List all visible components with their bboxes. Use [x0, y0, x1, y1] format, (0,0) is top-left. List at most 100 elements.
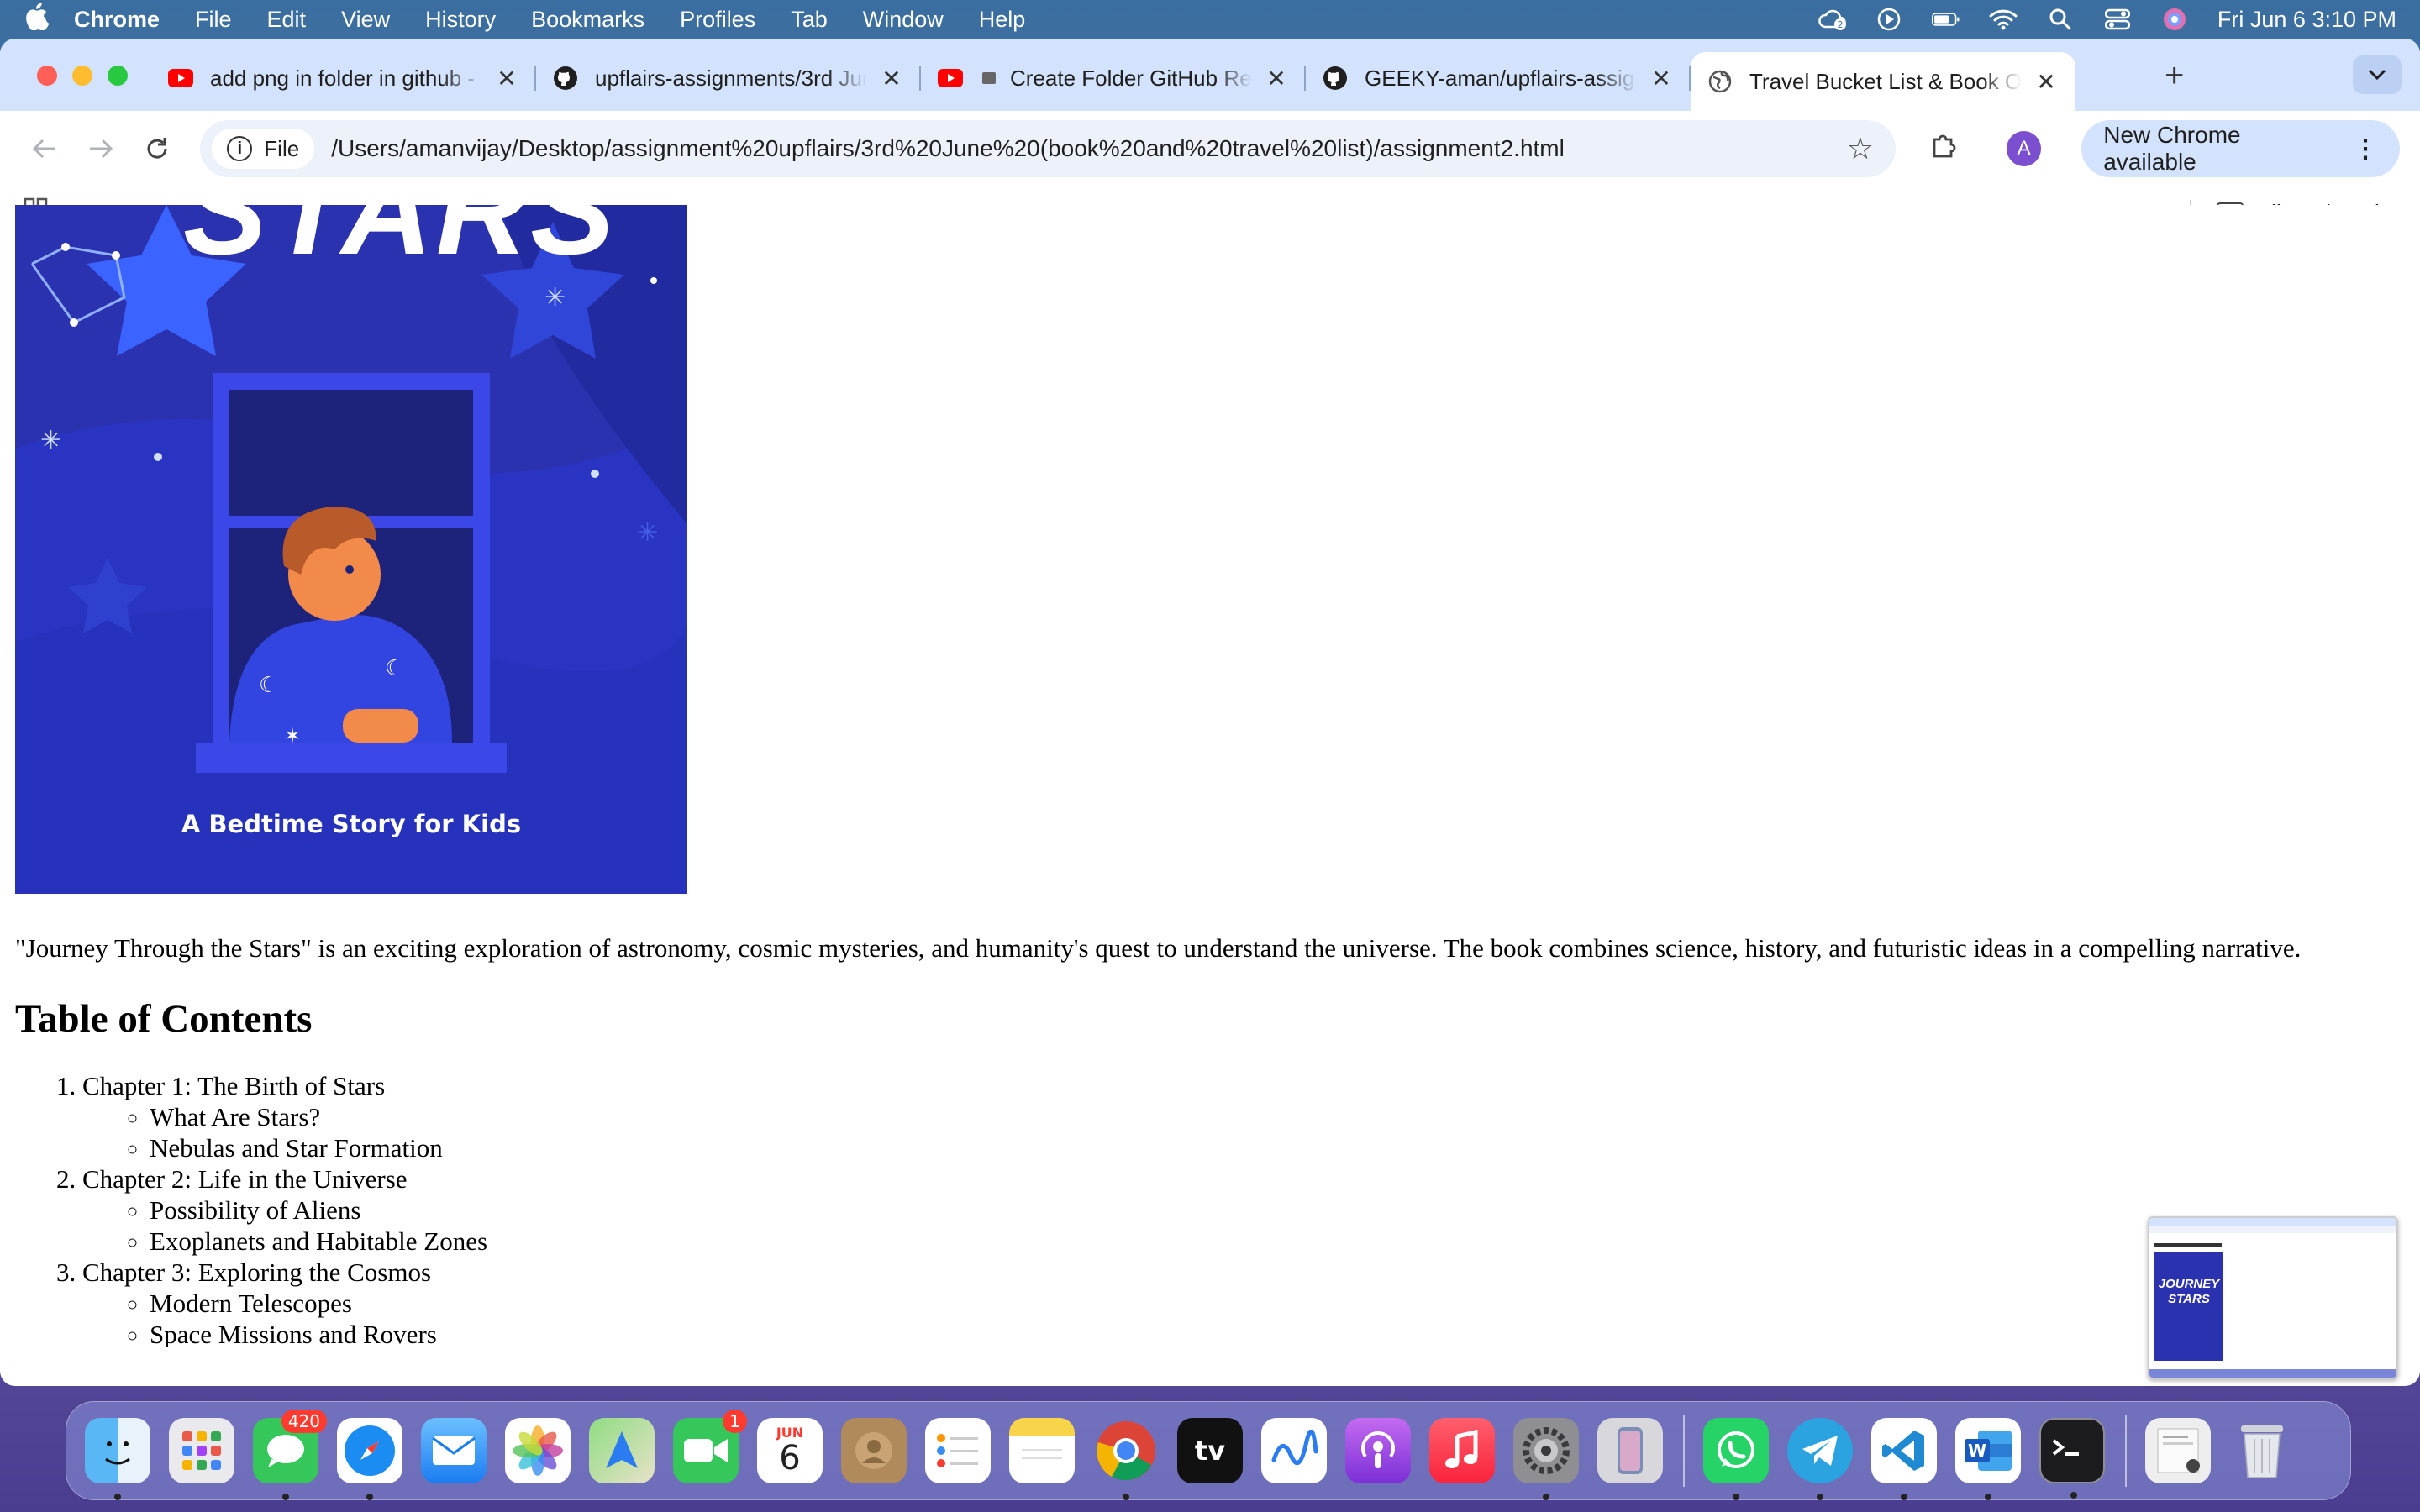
chapter-item: Chapter 1: The Birth of Stars What Are S…: [82, 1070, 487, 1163]
vscode-app-icon[interactable]: [1871, 1418, 1937, 1500]
menu-window[interactable]: Window: [863, 7, 944, 33]
launchpad-app-icon[interactable]: [169, 1418, 234, 1483]
bookmark-star-icon[interactable]: ☆: [1847, 131, 1874, 166]
running-indicator: [282, 1494, 289, 1500]
tab-search-button[interactable]: [2353, 55, 2402, 94]
screenshot-thumbnail-preview[interactable]: JOURNEY STARS: [2148, 1216, 2398, 1379]
tab-youtube-png-folder[interactable]: add png in folder in github - Y ✕: [151, 52, 536, 104]
window-controls: [37, 66, 128, 86]
close-tab-icon[interactable]: ✕: [2033, 68, 2059, 96]
youtube-icon: [168, 66, 193, 91]
youtube-icon: [938, 66, 963, 91]
menu-bookmarks[interactable]: Bookmarks: [531, 7, 644, 33]
address-bar[interactable]: i File /Users/amanvijay/Desktop/assignme…: [200, 120, 1897, 177]
reminders-app-icon[interactable]: [925, 1418, 991, 1483]
forward-button[interactable]: [76, 123, 126, 174]
browser-toolbar: i File /Users/amanvijay/Desktop/assignme…: [0, 111, 2420, 186]
section-item: Exoplanets and Habitable Zones: [150, 1226, 487, 1257]
menu-file[interactable]: File: [195, 7, 232, 33]
new-chrome-available-button[interactable]: New Chrome available ⋮: [2081, 120, 2401, 177]
freeform-app-icon[interactable]: [1261, 1418, 1327, 1483]
music-app-icon[interactable]: [1429, 1418, 1495, 1483]
menubar-clock[interactable]: Fri Jun 6 3:10 PM: [2217, 7, 2396, 33]
messages-app-icon[interactable]: 420: [253, 1410, 327, 1500]
podcasts-app-icon[interactable]: [1345, 1418, 1411, 1483]
running-indicator: [1123, 1494, 1129, 1500]
facetime-app-icon[interactable]: 1: [673, 1410, 747, 1483]
extensions-puzzle-icon[interactable]: [1929, 131, 1958, 167]
wifi-icon[interactable]: [1989, 8, 2018, 31]
fullscreen-window-button[interactable]: [108, 66, 128, 86]
telegram-app-icon[interactable]: [1787, 1418, 1853, 1500]
new-tab-button[interactable]: +: [2165, 57, 2184, 95]
system-settings-app-icon[interactable]: [1513, 1418, 1579, 1500]
tab-github-upflairs-assignments[interactable]: upflairs-assignments/3rd Jun ✕: [536, 52, 921, 104]
calendar-app-icon[interactable]: JUN 6: [757, 1418, 823, 1483]
running-indicator: [1543, 1494, 1549, 1500]
trash-icon[interactable]: [2229, 1418, 2295, 1483]
menu-profiles[interactable]: Profiles: [680, 7, 755, 33]
running-indicator: [1901, 1494, 1907, 1500]
creative-cloud-icon[interactable]: 2: [1818, 8, 1846, 31]
reload-button[interactable]: [133, 123, 182, 174]
apple-menu-icon[interactable]: [24, 2, 74, 38]
update-label: New Chrome available: [2103, 122, 2241, 175]
menu-tab[interactable]: Tab: [791, 7, 828, 33]
svg-text:☾: ☾: [259, 673, 278, 697]
minimize-window-button[interactable]: [72, 66, 92, 86]
section-item: Modern Telescopes: [150, 1288, 487, 1319]
menu-app-name[interactable]: Chrome: [74, 7, 160, 33]
notes-app-icon[interactable]: [1009, 1418, 1075, 1483]
menu-history[interactable]: History: [425, 7, 496, 33]
chapter-title: Chapter 3: Exploring the Cosmos: [82, 1257, 432, 1287]
tab-travel-bucket-list[interactable]: Travel Bucket List & Book Ove ✕: [1691, 52, 2075, 111]
whatsapp-app-icon[interactable]: [1703, 1418, 1769, 1500]
iphone-mirroring-app-icon[interactable]: [1597, 1418, 1663, 1483]
close-tab-icon[interactable]: ✕: [1649, 65, 1674, 92]
microsoft-word-app-icon[interactable]: W: [1955, 1418, 2021, 1500]
menu-view[interactable]: View: [341, 7, 390, 33]
tab-title: upflairs-assignments/3rd Jun: [595, 65, 867, 91]
profile-avatar[interactable]: A: [2007, 131, 2042, 166]
media-play-icon[interactable]: [1875, 8, 1903, 31]
close-tab-icon[interactable]: ✕: [494, 65, 519, 92]
close-window-button[interactable]: [37, 66, 57, 86]
photos-app-icon[interactable]: [505, 1418, 571, 1483]
mail-app-icon[interactable]: [421, 1418, 487, 1483]
thumbnail-cover-text: JOURNEY STARS: [2158, 1277, 2220, 1306]
back-button[interactable]: [20, 123, 70, 174]
messages-badge: 420: [281, 1410, 327, 1433]
maps-app-icon[interactable]: [589, 1418, 655, 1483]
site-info-chip[interactable]: i File: [212, 129, 315, 169]
close-tab-icon[interactable]: ✕: [879, 65, 904, 92]
more-options-icon[interactable]: ⋮: [2353, 134, 2378, 164]
finder-app-icon[interactable]: [85, 1418, 150, 1500]
recent-document-stack-icon[interactable]: [2145, 1418, 2211, 1483]
svg-text:✶: ✶: [284, 726, 301, 748]
section-item: Space Missions and Rovers: [150, 1319, 487, 1347]
spotlight-search-icon[interactable]: [2046, 8, 2075, 31]
url-text[interactable]: /Users/amanvijay/Desktop/assignment%20up…: [331, 135, 1847, 162]
running-indicator: [1817, 1494, 1823, 1500]
siri-icon[interactable]: [2160, 8, 2189, 31]
chapter-title: Chapter 2: Life in the Universe: [82, 1164, 408, 1194]
tab-github-geeky-aman[interactable]: GEEKY-aman/upflairs-assignm ✕: [1306, 52, 1691, 104]
chrome-app-icon[interactable]: [1093, 1418, 1159, 1500]
control-center-icon[interactable]: [2103, 8, 2132, 31]
facetime-badge: 1: [723, 1410, 747, 1433]
speaker-muted-icon[interactable]: [980, 66, 998, 91]
menu-help[interactable]: Help: [979, 7, 1026, 33]
github-icon: [553, 66, 578, 91]
cover-subtitle: A Bedtime Story for Kids: [181, 810, 522, 838]
tab-youtube-create-folder[interactable]: Create Folder GitHub Repo ✕: [921, 52, 1306, 104]
tab-strip: add png in folder in github - Y ✕ upflai…: [0, 39, 2420, 111]
menu-edit[interactable]: Edit: [267, 7, 307, 33]
contacts-app-icon[interactable]: [841, 1418, 907, 1483]
tab-title: Create Folder GitHub Repo: [1010, 65, 1252, 91]
battery-icon[interactable]: [1931, 8, 1960, 31]
apple-tv-app-icon[interactable]: tv: [1177, 1418, 1243, 1483]
tab-title: Travel Bucket List & Book Ove: [1749, 68, 2022, 94]
safari-app-icon[interactable]: [337, 1418, 402, 1500]
close-tab-icon[interactable]: ✕: [1264, 65, 1289, 92]
terminal-app-icon[interactable]: [2039, 1418, 2105, 1499]
